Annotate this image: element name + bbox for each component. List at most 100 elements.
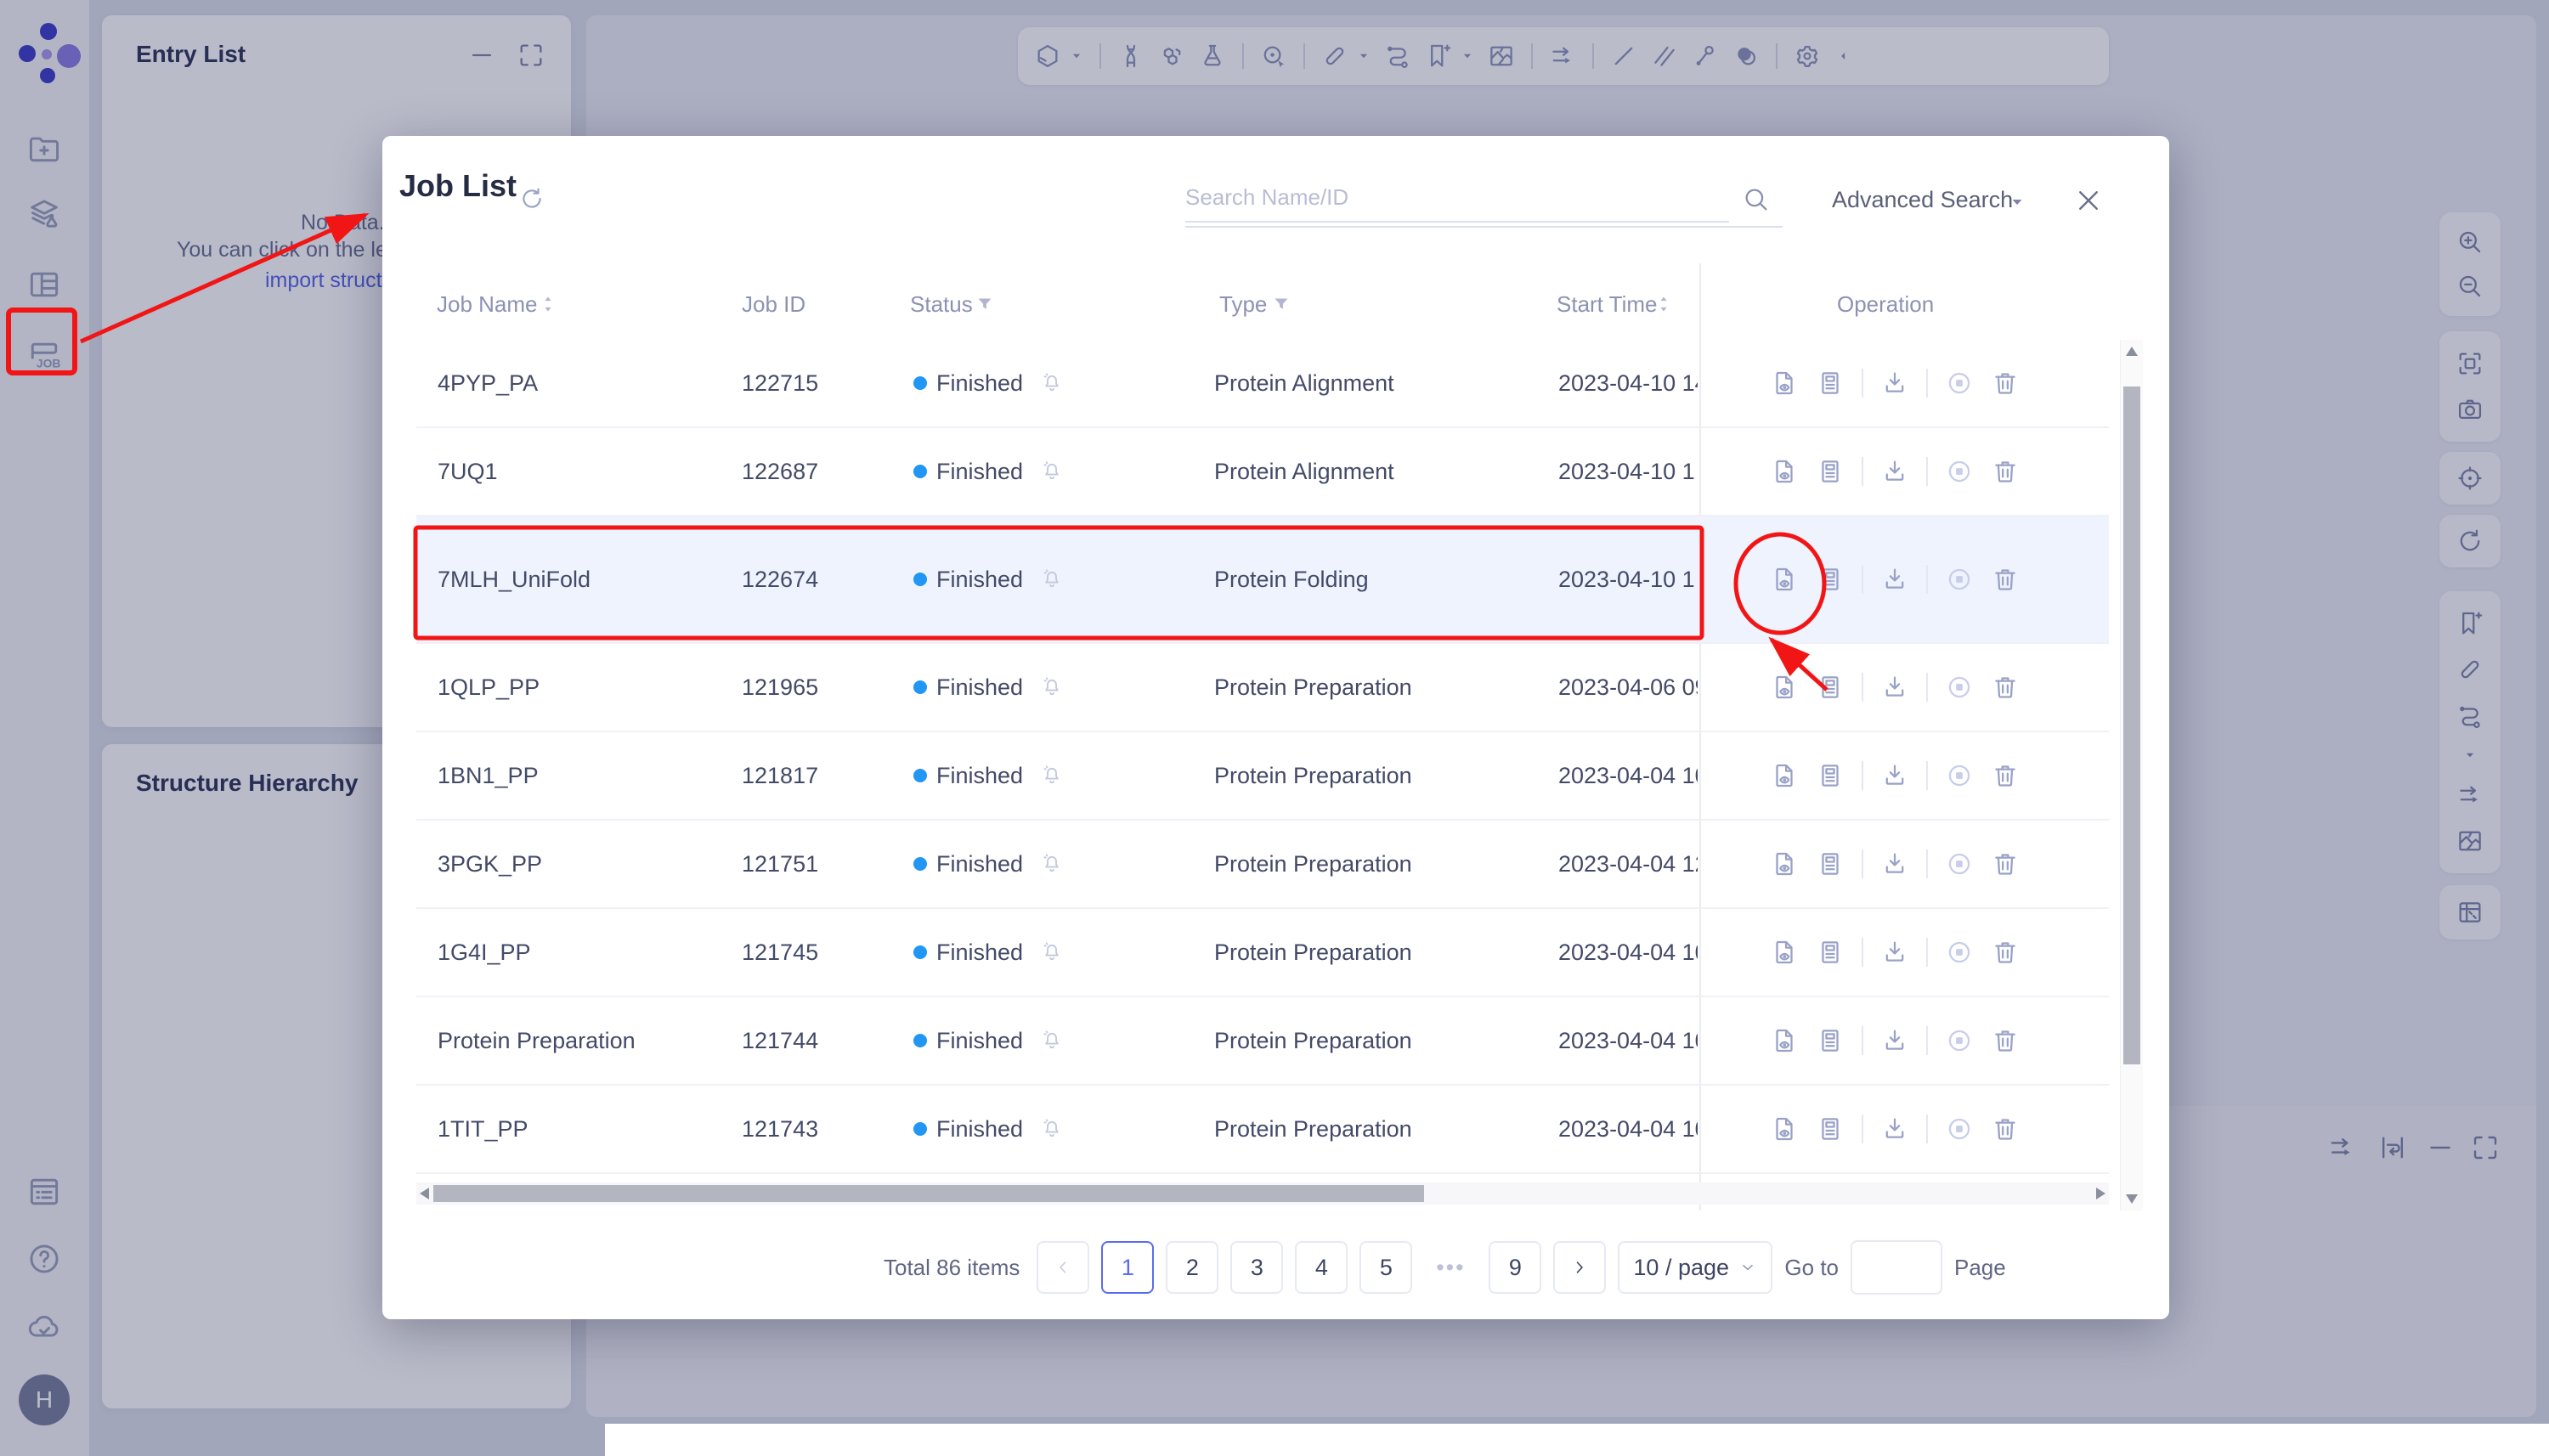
view-log-button[interactable]: [1816, 673, 1845, 702]
subscribe-bell-icon[interactable]: [1040, 644, 1064, 731]
delete-button[interactable]: [1991, 938, 2020, 967]
job-search-input[interactable]: [1185, 173, 1729, 223]
view-file-button[interactable]: [1770, 369, 1799, 398]
sort-icon[interactable]: [538, 294, 558, 314]
stop-button[interactable]: [1945, 673, 1974, 702]
filter-icon[interactable]: [975, 294, 995, 314]
view-file-button[interactable]: [1770, 1115, 1799, 1143]
table-row[interactable]: 1TIT_PP 121743 Finished Protein Preparat…: [416, 1086, 2109, 1174]
download-button[interactable]: [1880, 849, 1909, 878]
view-log-button[interactable]: [1816, 761, 1845, 790]
advanced-search-button[interactable]: Advanced Search: [1832, 187, 2013, 213]
subscribe-bell-icon[interactable]: [1040, 1086, 1064, 1172]
delete-button[interactable]: [1991, 457, 2020, 486]
stop-button[interactable]: [1945, 457, 1974, 486]
view-file-button[interactable]: [1770, 938, 1799, 967]
delete-button[interactable]: [1991, 1115, 2020, 1143]
refresh-list-icon[interactable]: [518, 185, 545, 212]
delete-button[interactable]: [1991, 673, 2020, 702]
download-button[interactable]: [1880, 369, 1909, 398]
subscribe-bell-icon[interactable]: [1040, 821, 1064, 907]
pagination-ellipsis[interactable]: •••: [1424, 1241, 1477, 1294]
prev-page-button[interactable]: [1037, 1241, 1089, 1294]
stop-button[interactable]: [1945, 938, 1974, 967]
view-log-button[interactable]: [1816, 938, 1845, 967]
scroll-down-icon[interactable]: [2126, 1194, 2138, 1204]
page-button-3[interactable]: 3: [1230, 1241, 1283, 1294]
stop-button[interactable]: [1945, 369, 1974, 398]
scroll-right-icon[interactable]: [2096, 1188, 2105, 1199]
download-button[interactable]: [1880, 457, 1909, 486]
stop-button[interactable]: [1945, 849, 1974, 878]
vertical-scroll-thumb[interactable]: [2123, 387, 2140, 1064]
download-button[interactable]: [1880, 1026, 1909, 1055]
subscribe-bell-icon[interactable]: [1040, 732, 1064, 819]
horizontal-scrollbar[interactable]: [416, 1182, 2109, 1205]
subscribe-bell-icon[interactable]: [1040, 516, 1064, 642]
col-job-name[interactable]: Job Name: [437, 291, 538, 318]
stop-button[interactable]: [1945, 761, 1974, 790]
view-file-button[interactable]: [1770, 849, 1799, 878]
delete-button[interactable]: [1991, 1026, 2020, 1055]
delete-button[interactable]: [1991, 849, 2020, 878]
cell-type: Protein Folding: [1214, 516, 1369, 642]
view-log-button[interactable]: [1816, 1026, 1845, 1055]
download-button[interactable]: [1880, 673, 1909, 702]
sort-icon[interactable]: [1653, 294, 1674, 314]
view-file-button[interactable]: [1770, 457, 1799, 486]
next-page-button[interactable]: [1553, 1241, 1606, 1294]
table-row[interactable]: 1QLP_PP 121965 Finished Protein Preparat…: [416, 644, 2109, 732]
delete-button[interactable]: [1991, 565, 2020, 594]
chevron-down-icon[interactable]: [2007, 192, 2027, 212]
search-icon[interactable]: [1742, 185, 1771, 214]
page-button-4[interactable]: 4: [1295, 1241, 1348, 1294]
horizontal-scroll-thumb[interactable]: [433, 1185, 1424, 1202]
subscribe-bell-icon[interactable]: [1040, 340, 1064, 426]
goto-page-input[interactable]: [1851, 1240, 1942, 1295]
table-row[interactable]: 1BN1_PP 121817 Finished Protein Preparat…: [416, 732, 2109, 821]
view-log-button[interactable]: [1816, 1115, 1845, 1143]
download-button[interactable]: [1880, 565, 1909, 594]
vertical-scrollbar[interactable]: [2120, 340, 2143, 1211]
subscribe-bell-icon[interactable]: [1040, 997, 1064, 1084]
subscribe-bell-icon[interactable]: [1040, 909, 1064, 996]
col-type[interactable]: Type: [1219, 291, 1267, 318]
table-row[interactable]: 3PGK_PP 121751 Finished Protein Preparat…: [416, 821, 2109, 909]
subscribe-bell-icon[interactable]: [1040, 428, 1064, 515]
page-button-1[interactable]: 1: [1101, 1241, 1154, 1294]
operation-cell: [1716, 340, 2073, 426]
view-log-button[interactable]: [1816, 565, 1845, 594]
delete-button[interactable]: [1991, 761, 2020, 790]
download-button[interactable]: [1880, 938, 1909, 967]
table-row[interactable]: 7UQ1 122687 Finished Protein Alignment 2…: [416, 428, 2109, 516]
close-icon[interactable]: [2073, 185, 2104, 216]
table-row[interactable]: 1G4I_PP 121745 Finished Protein Preparat…: [416, 909, 2109, 997]
download-button[interactable]: [1880, 761, 1909, 790]
view-log-button[interactable]: [1816, 457, 1845, 486]
col-start-time[interactable]: Start Time: [1557, 291, 1657, 318]
page-button-5[interactable]: 5: [1359, 1241, 1412, 1294]
view-file-button[interactable]: [1770, 1026, 1799, 1055]
delete-button[interactable]: [1991, 369, 2020, 398]
stop-button[interactable]: [1945, 1115, 1974, 1143]
table-row[interactable]: 4PYP_PA 122715 Finished Protein Alignmen…: [416, 340, 2109, 428]
stop-button[interactable]: [1945, 1026, 1974, 1055]
col-status[interactable]: Status: [910, 291, 973, 318]
download-button[interactable]: [1880, 1115, 1909, 1143]
view-file-button[interactable]: [1770, 673, 1799, 702]
view-file-button[interactable]: [1770, 761, 1799, 790]
page-button-9[interactable]: 9: [1489, 1241, 1541, 1294]
view-log-button[interactable]: [1816, 849, 1845, 878]
page-button-2[interactable]: 2: [1166, 1241, 1218, 1294]
total-items-label: Total 86 items: [884, 1255, 1020, 1281]
page-size-select[interactable]: 10 / page: [1618, 1241, 1772, 1294]
scroll-up-icon[interactable]: [2126, 347, 2138, 356]
stop-button[interactable]: [1945, 565, 1974, 594]
scroll-left-icon[interactable]: [420, 1188, 429, 1199]
filter-icon[interactable]: [1271, 294, 1291, 314]
table-row[interactable]: 7MLH_UniFold 122674 Finished Protein Fol…: [416, 516, 2109, 644]
view-file-button[interactable]: [1770, 565, 1799, 594]
view-log-button[interactable]: [1816, 369, 1845, 398]
cell-status: Finished: [936, 428, 1023, 515]
table-row[interactable]: Protein Preparation 121744 Finished Prot…: [416, 997, 2109, 1086]
